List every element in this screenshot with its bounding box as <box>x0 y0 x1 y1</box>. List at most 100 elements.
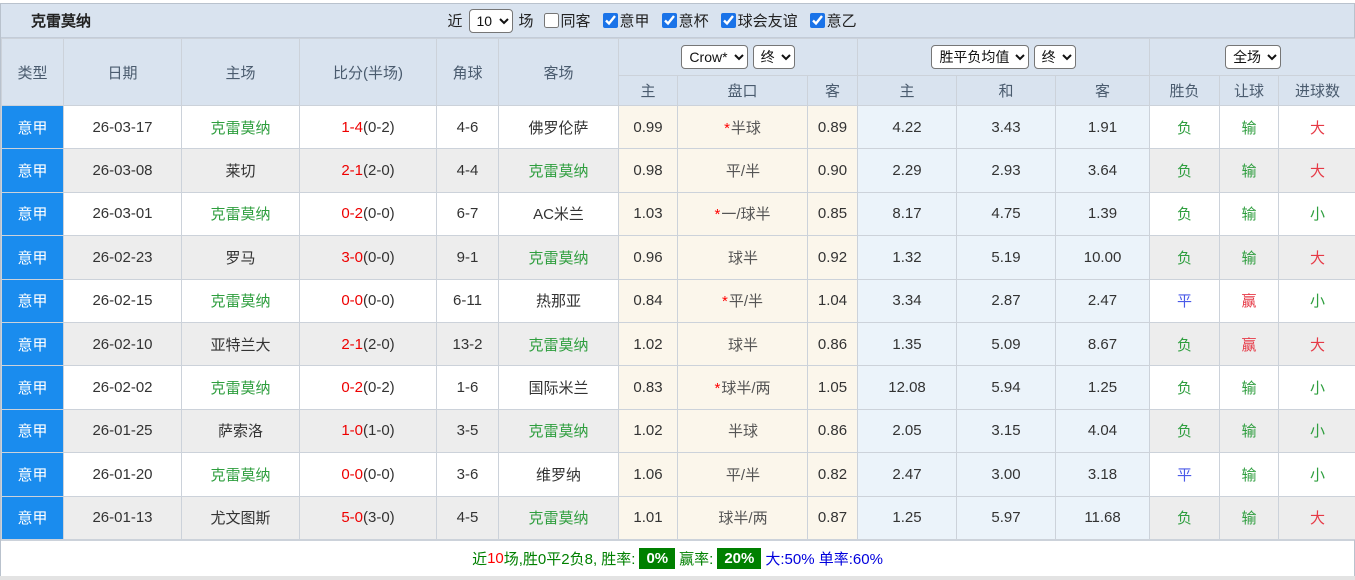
home-team-cell[interactable]: 尤文图斯 <box>182 496 300 539</box>
away-team-name[interactable]: 维罗纳 <box>536 467 581 484</box>
home-team-cell[interactable]: 莱切 <box>182 149 300 192</box>
home-team-cell[interactable]: 萨索洛 <box>182 409 300 452</box>
home-team-cell[interactable]: 克雷莫纳 <box>182 192 300 235</box>
away-team-name[interactable]: 克雷莫纳 <box>528 163 588 180</box>
away-team-cell[interactable]: 克雷莫纳 <box>499 409 619 452</box>
avg-draw-cell: 2.87 <box>957 279 1056 322</box>
avg-state-select[interactable]: 终 <box>1034 45 1076 69</box>
handicap-cell: 半球 <box>678 409 808 452</box>
avg-draw-cell: 5.19 <box>957 236 1056 279</box>
league-cell: 意甲 <box>2 192 64 235</box>
serie-b-checkbox[interactable] <box>810 13 825 28</box>
recent-suffix: 场 <box>519 10 534 31</box>
home-team-name[interactable]: 克雷莫纳 <box>210 120 270 137</box>
away-team-cell[interactable]: 维罗纳 <box>499 453 619 496</box>
away-team-name[interactable]: 克雷莫纳 <box>528 423 588 440</box>
table-row: 意甲 26-02-10 亚特兰大 2-1(2-0) 13-2 克雷莫纳 1.02… <box>2 322 1355 365</box>
away-team-name[interactable]: 克雷莫纳 <box>528 250 588 267</box>
away-team-name[interactable]: 克雷莫纳 <box>528 337 588 354</box>
result-goals: 小 <box>1310 380 1325 397</box>
away-team-name[interactable]: 佛罗伦萨 <box>528 120 588 137</box>
handicap-cell: 平/半 <box>678 149 808 192</box>
filter-serie-b[interactable]: 意乙 <box>804 10 857 31</box>
away-team-cell[interactable]: 克雷莫纳 <box>499 236 619 279</box>
avg-type-select[interactable]: 胜平负均值 <box>931 45 1029 69</box>
home-team-name[interactable]: 克雷莫纳 <box>210 380 270 397</box>
away-team-name[interactable]: 国际米兰 <box>528 380 588 397</box>
home-team-name[interactable]: 克雷莫纳 <box>210 293 270 310</box>
result-goals-cell: 大 <box>1279 106 1355 149</box>
result-goals: 大 <box>1310 510 1325 527</box>
result-wdl-cell: 负 <box>1150 106 1220 149</box>
away-team-name[interactable]: 克雷莫纳 <box>528 510 588 527</box>
home-team-cell[interactable]: 克雷莫纳 <box>182 106 300 149</box>
summary-record: 场,胜0平2负8, 胜率: <box>504 548 636 569</box>
handicap-name: 球半 <box>728 250 758 267</box>
summary-count: 10 <box>487 550 504 567</box>
col-header-corner: 角球 <box>437 39 499 106</box>
result-wdl-cell: 平 <box>1150 453 1220 496</box>
avg-lose-cell: 1.39 <box>1056 192 1150 235</box>
away-team-cell[interactable]: 热那亚 <box>499 279 619 322</box>
result-wdl-cell: 负 <box>1150 409 1220 452</box>
away-team-cell[interactable]: 国际米兰 <box>499 366 619 409</box>
corners-cell: 4-5 <box>437 496 499 539</box>
away-team-name[interactable]: 热那亚 <box>536 293 581 310</box>
home-team-name[interactable]: 克雷莫纳 <box>210 206 270 223</box>
table-row: 意甲 26-01-25 萨索洛 1-0(1-0) 3-5 克雷莫纳 1.02 半… <box>2 409 1355 452</box>
odds-state-select[interactable]: 终 <box>753 45 795 69</box>
result-goals-cell: 大 <box>1279 322 1355 365</box>
italy-cup-checkbox[interactable] <box>662 13 677 28</box>
score-cell: 2-1(2-0) <box>300 149 437 192</box>
home-team-name[interactable]: 莱切 <box>225 163 255 180</box>
filter-same-venue[interactable]: 同客 <box>538 10 591 31</box>
home-team-name[interactable]: 萨索洛 <box>218 423 263 440</box>
club-friendly-checkbox[interactable] <box>721 13 736 28</box>
result-goals-cell: 小 <box>1279 453 1355 496</box>
avg-win-cell: 1.25 <box>858 496 957 539</box>
away-team-cell[interactable]: AC米兰 <box>499 192 619 235</box>
home-team-cell[interactable]: 罗马 <box>182 236 300 279</box>
halftime-score: (0-0) <box>363 466 395 483</box>
result-handicap: 输 <box>1242 380 1257 397</box>
col-header-home: 主场 <box>182 39 300 106</box>
odds-away-cell: 1.04 <box>808 279 858 322</box>
filter-club-friendly[interactable]: 球会友谊 <box>715 10 798 31</box>
score-cell: 0-2(0-0) <box>300 192 437 235</box>
score-cell: 5-0(3-0) <box>300 496 437 539</box>
odds-company-select[interactable]: Crow* <box>681 45 748 69</box>
fulltime-score: 2-1 <box>341 336 363 353</box>
handicap-name: 一/球半 <box>721 206 770 223</box>
home-team-cell[interactable]: 克雷莫纳 <box>182 279 300 322</box>
home-team-name[interactable]: 罗马 <box>225 250 255 267</box>
home-team-cell[interactable]: 克雷莫纳 <box>182 366 300 409</box>
fulltime-select[interactable]: 全场 <box>1225 45 1281 69</box>
away-team-cell[interactable]: 克雷莫纳 <box>499 496 619 539</box>
odds-away-cell: 0.86 <box>808 322 858 365</box>
col-header-odds-home: 主 <box>619 76 678 106</box>
same-venue-checkbox[interactable] <box>544 13 559 28</box>
result-handicap-cell: 输 <box>1220 149 1279 192</box>
score-cell: 0-2(0-2) <box>300 366 437 409</box>
league-cell: 意甲 <box>2 409 64 452</box>
table-row: 意甲 26-01-13 尤文图斯 5-0(3-0) 4-5 克雷莫纳 1.01 … <box>2 496 1355 539</box>
toolbar: 克雷莫纳 近 10 场 同客 意甲 意杯 <box>1 4 1354 38</box>
filter-italy-cup[interactable]: 意杯 <box>656 10 709 31</box>
serie-a-checkbox[interactable] <box>603 13 618 28</box>
home-team-cell[interactable]: 克雷莫纳 <box>182 453 300 496</box>
recent-count-select[interactable]: 10 <box>469 9 513 33</box>
result-group-header: 全场 <box>1150 39 1355 76</box>
away-team-cell[interactable]: 克雷莫纳 <box>499 322 619 365</box>
league-cell: 意甲 <box>2 279 64 322</box>
filter-serie-a[interactable]: 意甲 <box>597 10 650 31</box>
home-team-name[interactable]: 尤文图斯 <box>210 510 270 527</box>
home-team-cell[interactable]: 亚特兰大 <box>182 322 300 365</box>
home-team-name[interactable]: 亚特兰大 <box>210 337 270 354</box>
away-team-name[interactable]: AC米兰 <box>533 206 584 223</box>
col-header-avg-draw: 和 <box>957 76 1056 106</box>
result-handicap-cell: 输 <box>1220 192 1279 235</box>
result-handicap: 输 <box>1242 510 1257 527</box>
away-team-cell[interactable]: 克雷莫纳 <box>499 149 619 192</box>
home-team-name[interactable]: 克雷莫纳 <box>210 467 270 484</box>
away-team-cell[interactable]: 佛罗伦萨 <box>499 106 619 149</box>
